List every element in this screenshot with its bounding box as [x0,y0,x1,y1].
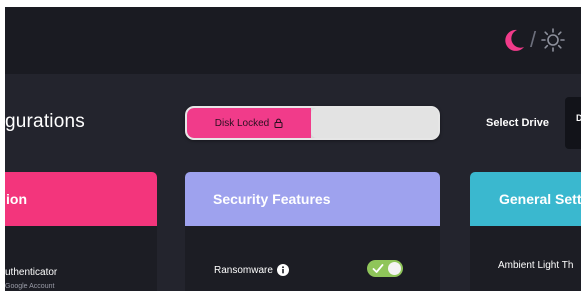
general-settings-card: General Sett Ambient Light Th [470,172,581,291]
page-title: gurations [5,111,85,132]
check-icon [372,264,384,273]
disk-lock-toggle[interactable]: Disk Locked [185,106,440,140]
info-icon[interactable] [276,264,289,276]
select-drive-label: Select Drive [486,117,549,129]
ambient-light-label: Ambient Light Th [498,260,574,271]
disk-locked-label: Disk Locked [214,117,270,129]
toggle-knob [388,262,401,275]
moon-icon[interactable] [500,27,526,53]
disk-locked-segment[interactable]: Disk Locked [187,108,311,138]
sun-icon[interactable] [540,27,566,53]
authenticator-sublabel: Google Account [5,283,55,290]
card-title: Security Features [185,172,440,226]
theme-switch: / [500,27,566,53]
security-features-card: Security Features Ransomware [185,172,440,291]
card-title: General Sett [470,172,581,226]
ransomware-toggle[interactable] [367,260,403,277]
top-bar: / [5,7,581,74]
ransomware-label: Ransomware [214,264,273,276]
authentication-card: ion uthenticator Google Account [5,172,157,291]
app-window: / gurations Disk Locked Select Drive D i… [5,7,581,291]
drive-select[interactable]: D [565,97,581,149]
disk-unlocked-segment[interactable] [311,108,438,138]
theme-separator: / [530,27,537,52]
lock-icon [274,118,283,128]
ransomware-row: Ransomware [214,264,289,276]
authenticator-label: uthenticator [5,267,58,278]
card-title: ion [5,172,157,226]
